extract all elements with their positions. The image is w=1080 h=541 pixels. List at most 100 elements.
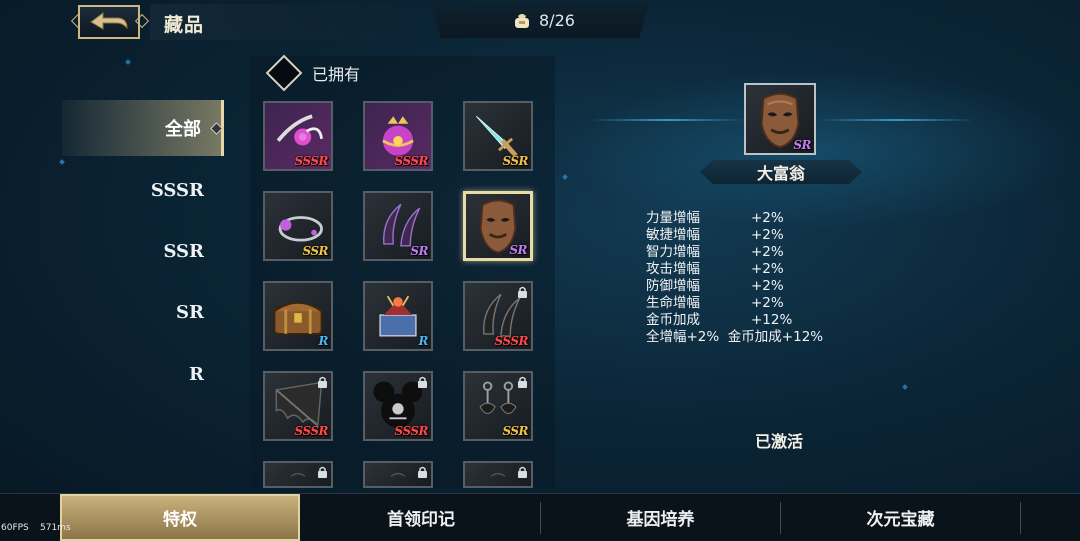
- rarity-badge: SSSR: [294, 424, 329, 438]
- stat-value: +2%: [751, 227, 784, 243]
- collection-item-locked-item[interactable]: [263, 461, 333, 488]
- category-all[interactable]: 全部: [62, 100, 224, 156]
- stat-row: 攻击增幅 +2%: [646, 261, 823, 278]
- collection-item-locked-item[interactable]: [463, 461, 533, 488]
- category-label: SSSR: [150, 179, 204, 201]
- lock-icon: [318, 376, 327, 388]
- lock-icon: [518, 286, 527, 298]
- rarity-badge: SR: [410, 244, 428, 258]
- rarity-badge: SR: [509, 243, 527, 257]
- collection-item-treasure-chest[interactable]: R: [263, 281, 333, 351]
- back-button[interactable]: [78, 5, 140, 39]
- stat-label: 防御增幅: [646, 278, 700, 294]
- stat-row: 智力增幅 +2%: [646, 244, 823, 261]
- stat-label: 力量增幅: [646, 210, 700, 226]
- owned-checkbox[interactable]: [265, 54, 303, 92]
- collection-item-crystal-dagger[interactable]: SSR: [463, 101, 533, 171]
- collection-item-bronze-mask[interactable]: SR: [463, 191, 533, 261]
- active-marker-icon: [210, 122, 223, 135]
- owned-filter-toggle[interactable]: 已拥有: [265, 54, 361, 92]
- stat-label: 金币加成: [646, 312, 700, 328]
- collection-item-earrings[interactable]: SSR: [463, 371, 533, 441]
- stat-value: +2%: [751, 278, 784, 294]
- stat-summary: 全增幅+2% 金币加成+12%: [646, 329, 824, 345]
- collection-item-bat-wing[interactable]: SSSR: [263, 371, 333, 441]
- stat-value: +2%: [751, 261, 784, 277]
- category-sr[interactable]: SR: [62, 284, 224, 340]
- sparkle: [902, 384, 908, 390]
- rarity-badge: SSR: [502, 154, 528, 168]
- category-list: 全部 SSSR SSR SR R: [62, 100, 226, 400]
- selected-item-preview: SR: [744, 83, 816, 155]
- collection-item-pink-flower-brooch[interactable]: SSSR: [263, 101, 333, 171]
- tab-gene-cultivation[interactable]: 基因培养: [541, 494, 780, 541]
- back-arrow-icon: [90, 12, 128, 30]
- lock-icon: [518, 466, 527, 478]
- collection-item-skull-ears[interactable]: SSSR: [363, 371, 433, 441]
- item-name-plate: 大富翁: [700, 160, 862, 184]
- tab-label: 基因培养: [626, 510, 695, 530]
- stat-row: 生命增幅 +2%: [646, 295, 823, 312]
- stat-row: 力量增幅 +2%: [646, 210, 823, 227]
- page-title: 藏品: [164, 14, 205, 36]
- category-label: SSR: [163, 240, 204, 262]
- category-label: R: [189, 363, 204, 385]
- collection-item-ring-bracelet[interactable]: SSR: [263, 191, 333, 261]
- stat-value: +2%: [751, 210, 784, 226]
- lock-icon: [418, 466, 427, 478]
- rarity-badge: SSR: [302, 244, 328, 258]
- sparkle: [125, 59, 131, 65]
- stat-label: 攻击增幅: [646, 261, 700, 277]
- category-sssr[interactable]: SSSR: [62, 162, 224, 218]
- stat-value: +2%: [751, 295, 784, 311]
- collection-item-locked-item[interactable]: [363, 461, 433, 488]
- treasure-bag-icon: [515, 14, 529, 28]
- lock-icon: [418, 376, 427, 388]
- collection-item-jeweled-orb-crown[interactable]: SSSR: [363, 101, 433, 171]
- lock-icon: [518, 376, 527, 388]
- tab-label: 次元宝藏: [866, 510, 935, 530]
- tab-privilege[interactable]: 特权: [60, 494, 300, 541]
- stat-row: 敏捷增幅 +2%: [646, 227, 823, 244]
- item-name: 大富翁: [756, 164, 805, 183]
- tab-divider: [1020, 502, 1021, 534]
- collection-item-dark-claws[interactable]: SSSR: [463, 281, 533, 351]
- item-stats: 力量增幅 +2% 敏捷增幅 +2% 智力增幅 +2% 攻击增幅 +2% 防御增幅 +2% …: [646, 210, 823, 346]
- bottom-tab-bar: 特权 首领印记 基因培养 次元宝藏: [0, 493, 1080, 541]
- top-bar: 藏品 8/26: [0, 0, 1080, 44]
- fps-readout: 60FPS: [1, 523, 29, 533]
- rarity-badge: SSSR: [294, 154, 329, 168]
- tab-dimension-treasure[interactable]: 次元宝藏: [781, 494, 1020, 541]
- rarity-badge: SSSR: [394, 154, 429, 168]
- rarity-badge: SSR: [502, 424, 528, 438]
- rarity-badge: SSSR: [494, 334, 529, 348]
- stat-value: +2%: [751, 244, 784, 260]
- owned-filter-label: 已拥有: [312, 65, 361, 84]
- collection-item-purple-claws[interactable]: SR: [363, 191, 433, 261]
- activation-status: 已激活: [755, 432, 804, 451]
- decor-line-left: [590, 119, 745, 121]
- stat-row: 金币加成 +12%: [646, 312, 823, 329]
- tab-boss-mark[interactable]: 首领印记: [302, 494, 540, 541]
- background-glow: [560, 70, 1080, 230]
- category-label: 全部: [165, 119, 201, 140]
- stat-label: 生命增幅: [646, 295, 700, 311]
- stat-value: +12%: [751, 312, 793, 328]
- frame-time-readout: 571ms: [40, 523, 71, 533]
- decor-line-right: [818, 119, 976, 121]
- category-label: SR: [176, 301, 204, 323]
- stat-label: 敏捷增幅: [646, 227, 700, 243]
- preview-rarity-badge: SR: [793, 138, 811, 152]
- rarity-badge: R: [318, 334, 329, 348]
- collection-counter: 8/26: [539, 11, 575, 30]
- category-r[interactable]: R: [62, 346, 224, 402]
- rarity-badge: R: [418, 334, 429, 348]
- tab-label: 首领印记: [387, 510, 455, 530]
- rarity-badge: SSSR: [394, 424, 429, 438]
- stat-row: 防御增幅 +2%: [646, 278, 823, 295]
- tab-label: 特权: [163, 510, 197, 530]
- category-ssr[interactable]: SSR: [62, 223, 224, 279]
- lock-icon: [318, 466, 327, 478]
- stat-label: 智力增幅: [646, 244, 700, 260]
- collection-item-ornate-altar[interactable]: R: [363, 281, 433, 351]
